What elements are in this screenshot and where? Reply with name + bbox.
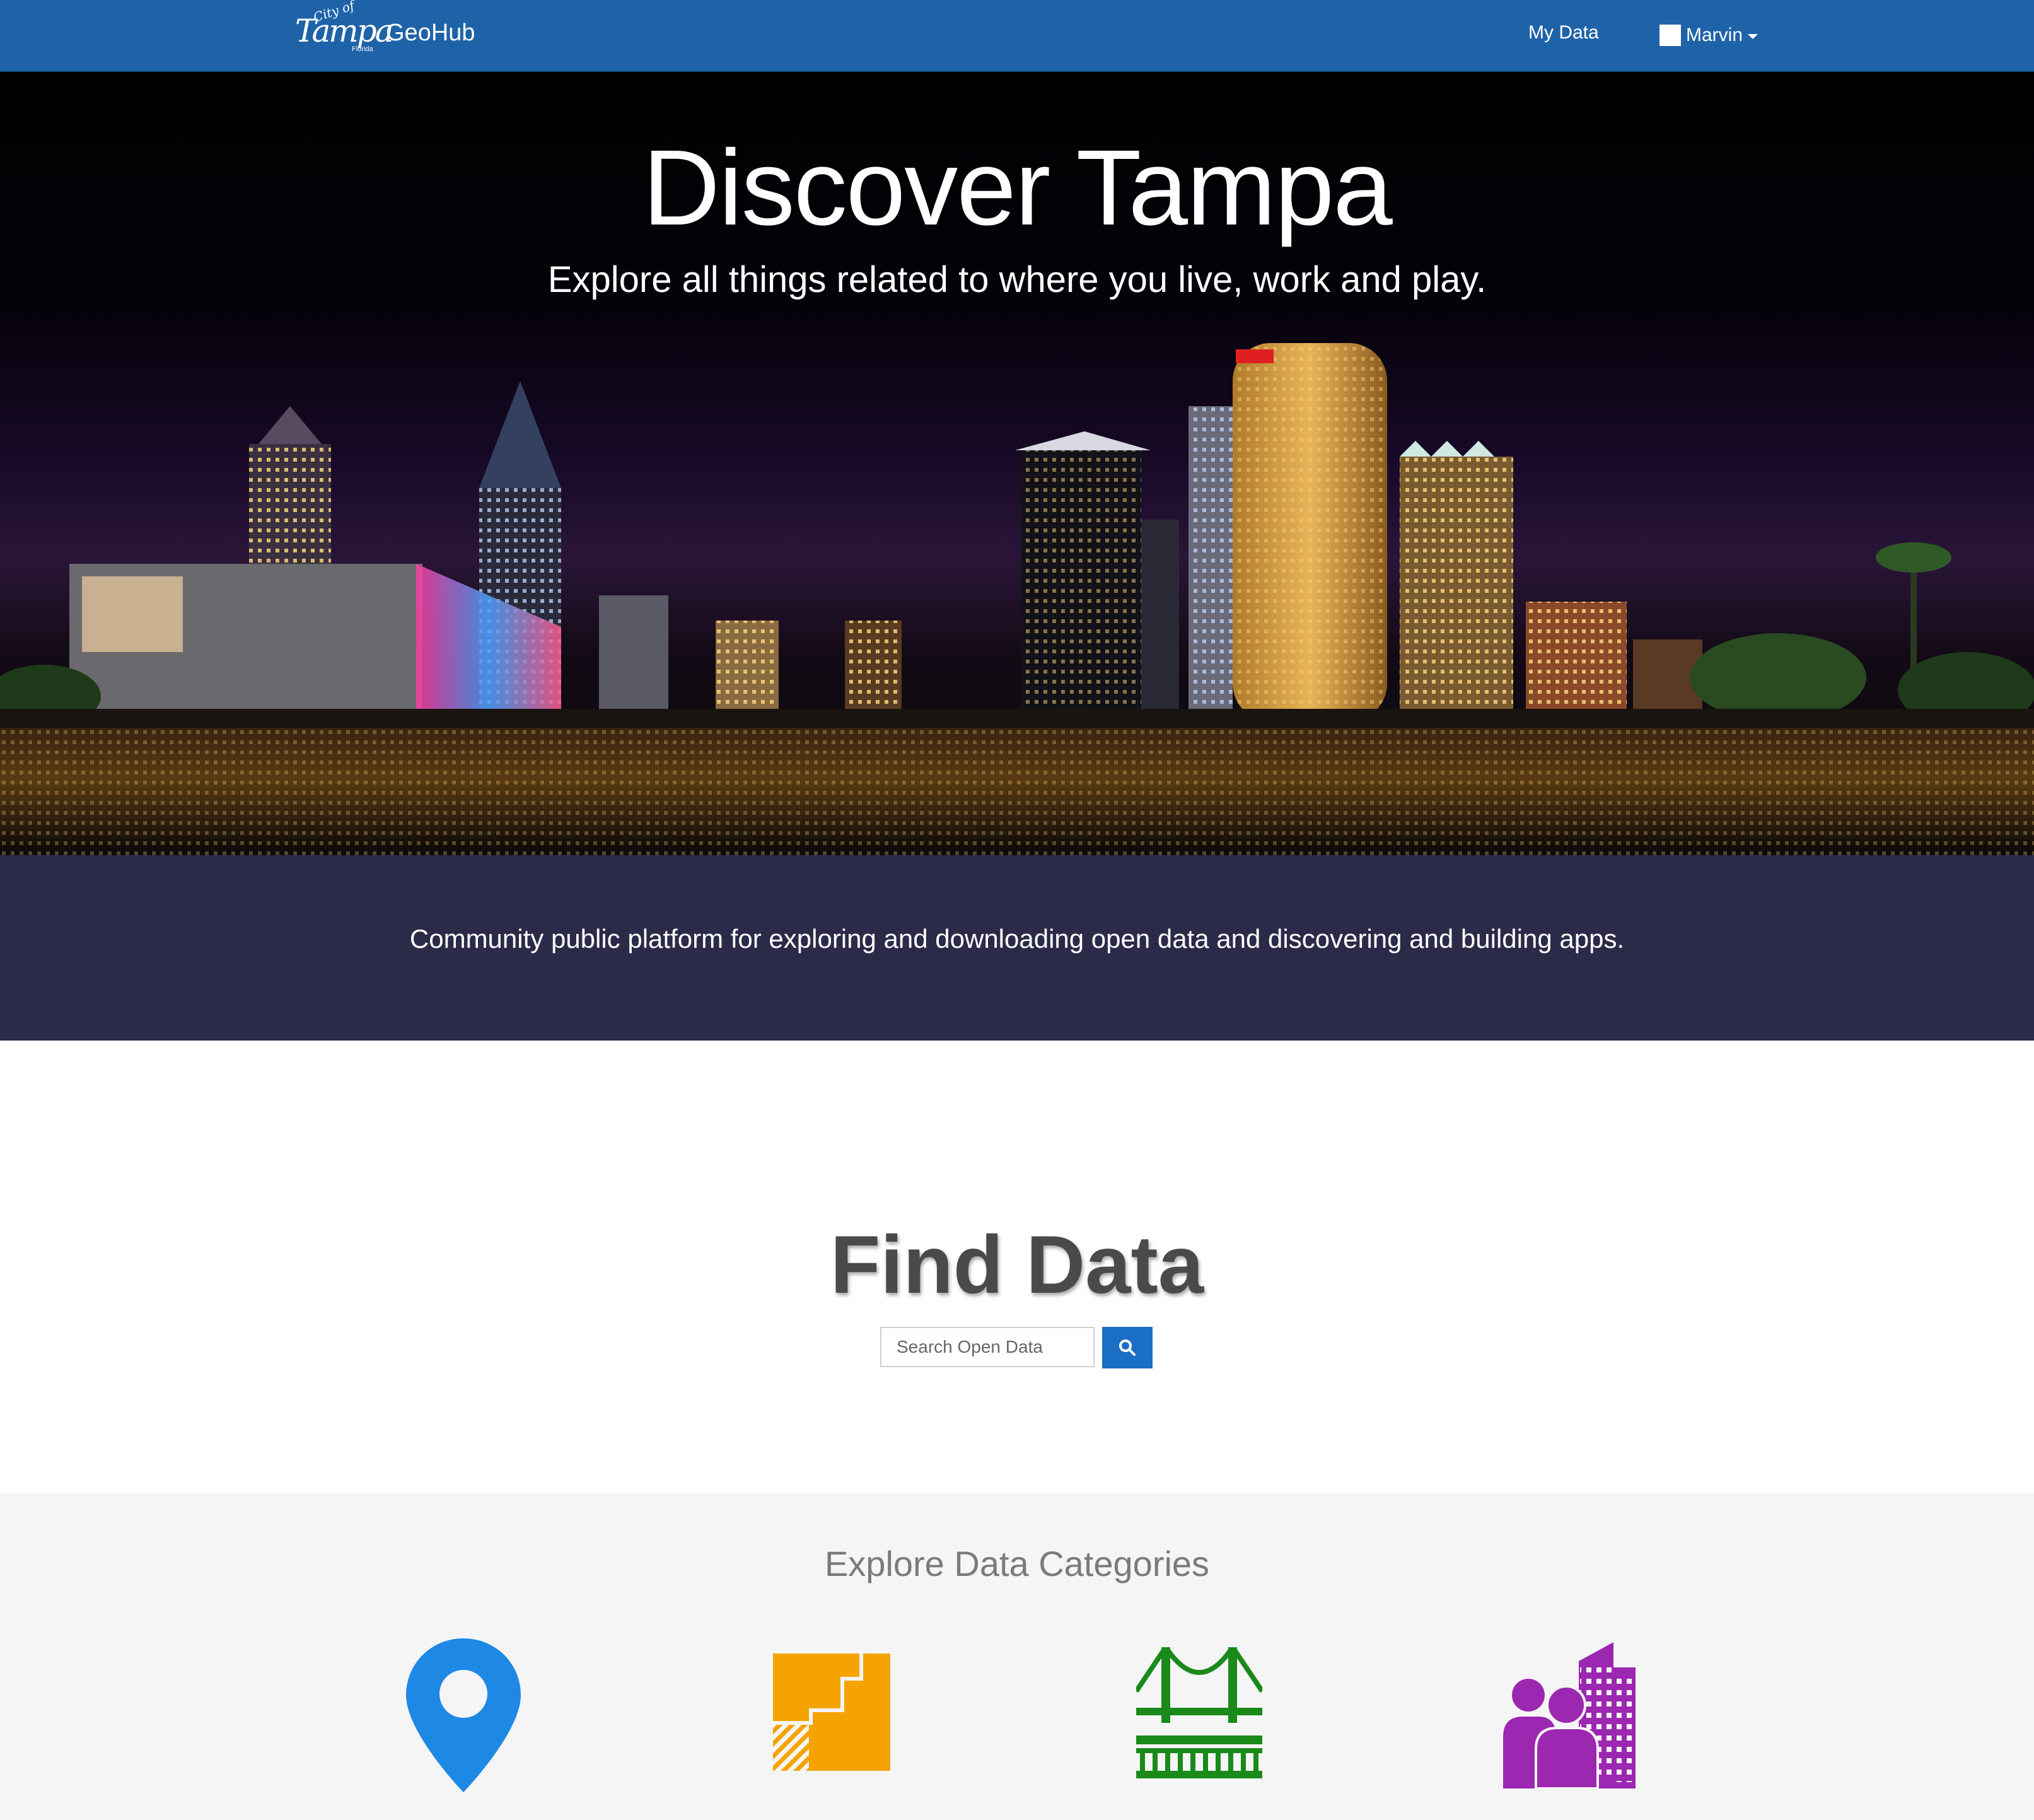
community-icon[interactable] bbox=[1503, 1642, 1636, 1788]
caret-down-icon bbox=[1748, 34, 1758, 39]
search-input[interactable] bbox=[880, 1327, 1095, 1367]
tagline-band: Community public platform for exploring … bbox=[0, 855, 2034, 1041]
find-data-heading: Find Data bbox=[830, 1218, 1204, 1310]
user-menu-dropdown[interactable]: Marvin bbox=[1659, 21, 1758, 49]
my-data-link[interactable]: My Data bbox=[1528, 18, 1599, 48]
logo-sub-text: Florida bbox=[352, 45, 373, 53]
top-navbar: City of Tampa Florida GeoHub My Data Mar… bbox=[0, 0, 2034, 72]
search-button[interactable] bbox=[1102, 1327, 1153, 1368]
city-of-tampa-logo[interactable]: City of Tampa Florida bbox=[293, 0, 394, 57]
parcel-icon[interactable] bbox=[773, 1654, 890, 1771]
logo-main-text: Tampa bbox=[295, 13, 394, 49]
bridge-icon[interactable] bbox=[1136, 1647, 1262, 1778]
tagline-text: Community public platform for exploring … bbox=[409, 924, 1625, 954]
search-icon bbox=[1119, 1339, 1136, 1356]
avatar bbox=[1659, 25, 1681, 46]
hero-subtitle: Explore all things related to where you … bbox=[547, 259, 1487, 300]
explore-categories-section: Explore Data Categories bbox=[0, 1493, 2034, 1820]
hero-title: Discover Tampa bbox=[642, 128, 1393, 248]
categories-heading: Explore Data Categories bbox=[824, 1544, 1210, 1584]
user-name: Marvin bbox=[1686, 25, 1743, 45]
hero-banner: Discover Tampa Explore all things relate… bbox=[0, 72, 2034, 855]
brand-link[interactable]: GeoHub bbox=[386, 15, 475, 50]
map-pin-icon[interactable] bbox=[406, 1638, 521, 1792]
